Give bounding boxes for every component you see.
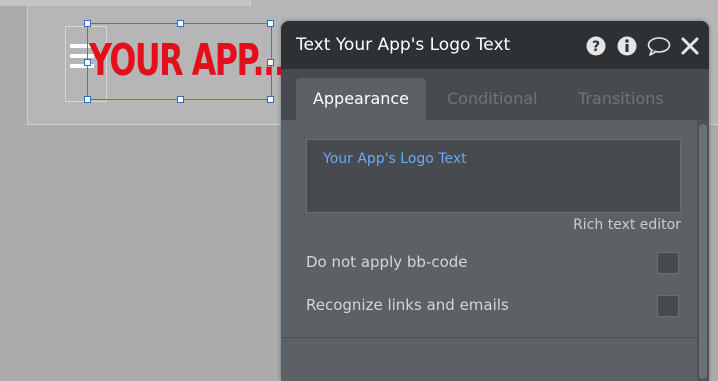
bb-code-checkbox[interactable] [657,252,679,274]
resize-handle-top-right[interactable] [267,20,274,27]
dynamic-text-value[interactable]: Your App's Logo Text [323,151,467,167]
selection-box[interactable] [84,20,274,103]
panel-header[interactable]: Text Your App's Logo Text ? [281,21,709,69]
resize-handle-bottom-right[interactable] [267,96,274,103]
resize-handle-left[interactable] [84,59,91,66]
tab-transitions[interactable]: Transitions [578,78,664,120]
resize-handle-top[interactable] [177,20,184,27]
help-icon[interactable]: ? [586,36,606,56]
resize-handle-right[interactable] [267,59,274,66]
scrollbar-thumb[interactable] [699,124,707,379]
comment-icon[interactable] [647,36,671,56]
panel-title: Text Your App's Logo Text [296,35,511,55]
resize-handle-top-left[interactable] [84,20,91,27]
text-content-field[interactable]: Your App's Logo Text [306,139,681,213]
info-icon[interactable] [617,36,637,56]
rich-text-editor-link[interactable]: Rich text editor [573,217,681,233]
panel-scrollbar[interactable] [697,120,709,381]
tab-conditional[interactable]: Conditional [447,78,538,120]
resize-handle-bottom-left[interactable] [84,96,91,103]
tab-appearance[interactable]: Appearance [296,78,426,120]
svg-text:?: ? [592,39,600,55]
close-icon[interactable] [681,36,699,56]
option-label-bb-code: Do not apply bb-code [306,253,468,271]
section-divider [281,337,709,338]
recognize-links-checkbox[interactable] [657,295,679,317]
tab-bar: Appearance Conditional Transitions [281,69,709,120]
canvas-top-strip [0,0,251,6]
property-editor-panel: Text Your App's Logo Text ? Appearance C… [281,21,709,381]
option-label-recognize-links: Recognize links and emails [306,296,509,314]
resize-handle-bottom[interactable] [177,96,184,103]
